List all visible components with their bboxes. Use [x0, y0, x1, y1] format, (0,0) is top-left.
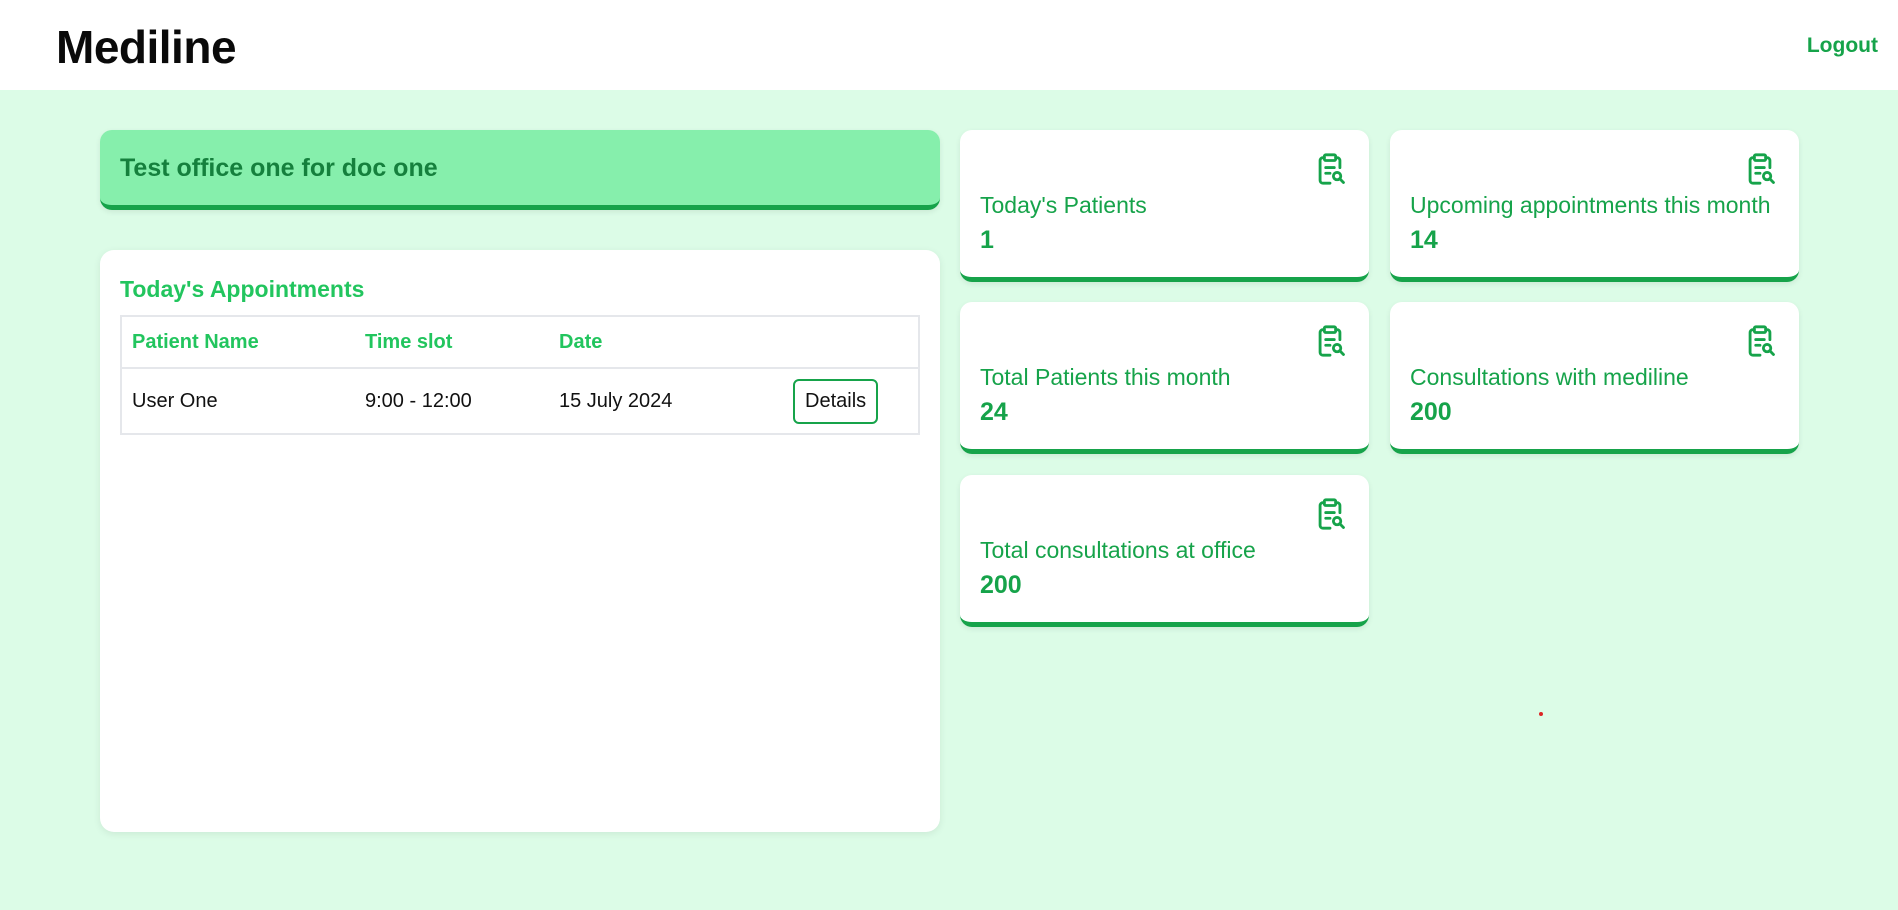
- cell-patient-name: User One: [132, 389, 218, 412]
- stat-label: Today's Patients: [980, 192, 1147, 218]
- stat-label: Total Patients this month: [980, 364, 1231, 390]
- column-header-time-slot: Time slot: [355, 316, 549, 369]
- cell-action: Details: [783, 368, 919, 434]
- stat-value: 24: [980, 398, 1008, 426]
- stat-card-todays-patients[interactable]: Today's Patients 1: [960, 130, 1369, 282]
- stat-value: 200: [980, 571, 1022, 599]
- details-button[interactable]: Details: [793, 378, 879, 424]
- clipboard-search-icon: [1318, 153, 1345, 185]
- clipboard-search-icon: [1748, 325, 1775, 357]
- cell-date: 15 July 2024: [559, 389, 673, 412]
- stat-label: Upcoming appointments this month: [1410, 192, 1771, 218]
- clipboard-search-icon: [1748, 153, 1775, 185]
- stat-value: 14: [1410, 226, 1438, 254]
- stat-value: 1: [980, 226, 994, 254]
- stat-value: 200: [1410, 398, 1452, 426]
- cell-time-slot: 9:00 - 12:00: [365, 389, 472, 412]
- stat-card-consultations-mediline[interactable]: Consultations with mediline 200: [1390, 302, 1799, 454]
- top-navbar: Mediline Logout: [0, 0, 1898, 90]
- logout-link[interactable]: Logout: [1807, 34, 1878, 58]
- stat-card-upcoming-appointments[interactable]: Upcoming appointments this month 14: [1390, 130, 1799, 282]
- column-header-date: Date: [549, 316, 783, 369]
- cursor-dot: [1539, 712, 1543, 716]
- appointments-title: Today's Appointments: [120, 276, 365, 302]
- stat-card-total-patients-month[interactable]: Total Patients this month 24: [960, 302, 1369, 454]
- column-header-patient-name: Patient Name: [121, 316, 355, 369]
- office-banner: Test office one for doc one: [100, 130, 940, 210]
- clipboard-search-icon: [1318, 325, 1345, 357]
- table-header-row: Patient Name Time slot Date: [121, 316, 919, 369]
- brand-logo[interactable]: Mediline: [56, 20, 237, 74]
- appointments-panel: Today's Appointments Patient Name Time s…: [100, 250, 940, 832]
- stat-label: Consultations with mediline: [1410, 364, 1689, 390]
- appointments-table: Patient Name Time slot Date User One 9:0…: [120, 315, 920, 435]
- stat-label: Total consultations at office: [980, 537, 1256, 563]
- office-name: Test office one for doc one: [120, 154, 438, 182]
- column-header-action: [783, 316, 919, 369]
- table-row: User One 9:00 - 12:00 15 July 2024 Detai…: [121, 368, 919, 434]
- clipboard-search-icon: [1318, 498, 1345, 530]
- stat-card-total-consultations-office[interactable]: Total consultations at office 200: [960, 475, 1369, 627]
